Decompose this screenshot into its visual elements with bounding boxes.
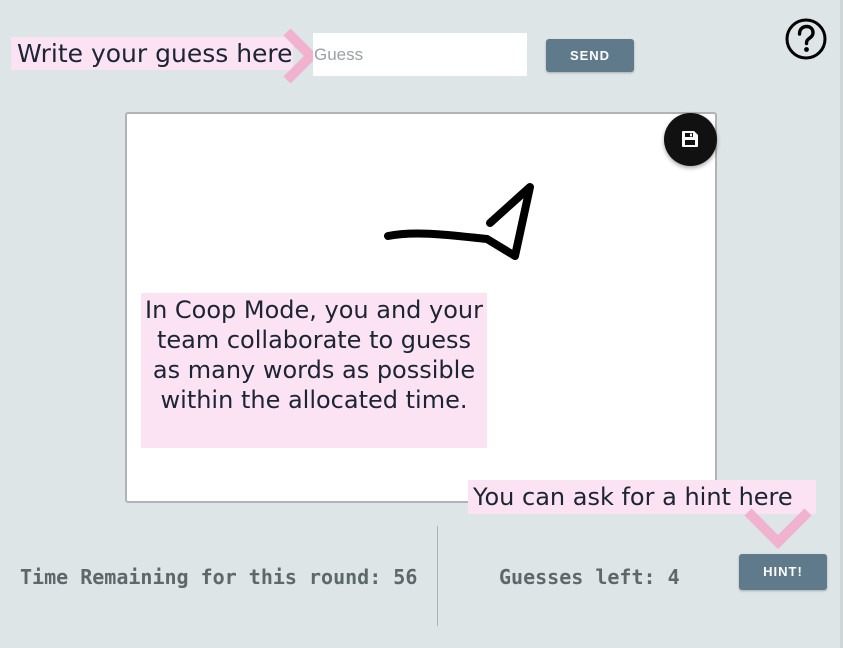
time-remaining-value: 56	[393, 565, 418, 589]
coop-mode-tooltip: In Coop Mode, you and your team collabor…	[141, 293, 487, 448]
save-drawing-button[interactable]	[664, 113, 717, 166]
time-remaining-label: Time Remaining for this round:	[20, 565, 382, 589]
guess-tooltip: Write your guess here	[11, 37, 293, 70]
guess-input[interactable]	[313, 33, 527, 76]
time-remaining: Time Remaining for this round: 56	[20, 564, 417, 590]
help-icon[interactable]	[784, 17, 828, 61]
guesses-left-label: Guesses left:	[499, 565, 656, 589]
status-divider	[437, 526, 438, 626]
guesses-left: Guesses left: 4	[499, 564, 680, 590]
guesses-left-value: 4	[667, 565, 680, 589]
floppy-disk-icon	[682, 131, 698, 147]
send-button[interactable]: SEND	[546, 39, 634, 72]
hint-button[interactable]: HINT!	[739, 554, 827, 590]
arrow-down-icon	[744, 508, 812, 550]
